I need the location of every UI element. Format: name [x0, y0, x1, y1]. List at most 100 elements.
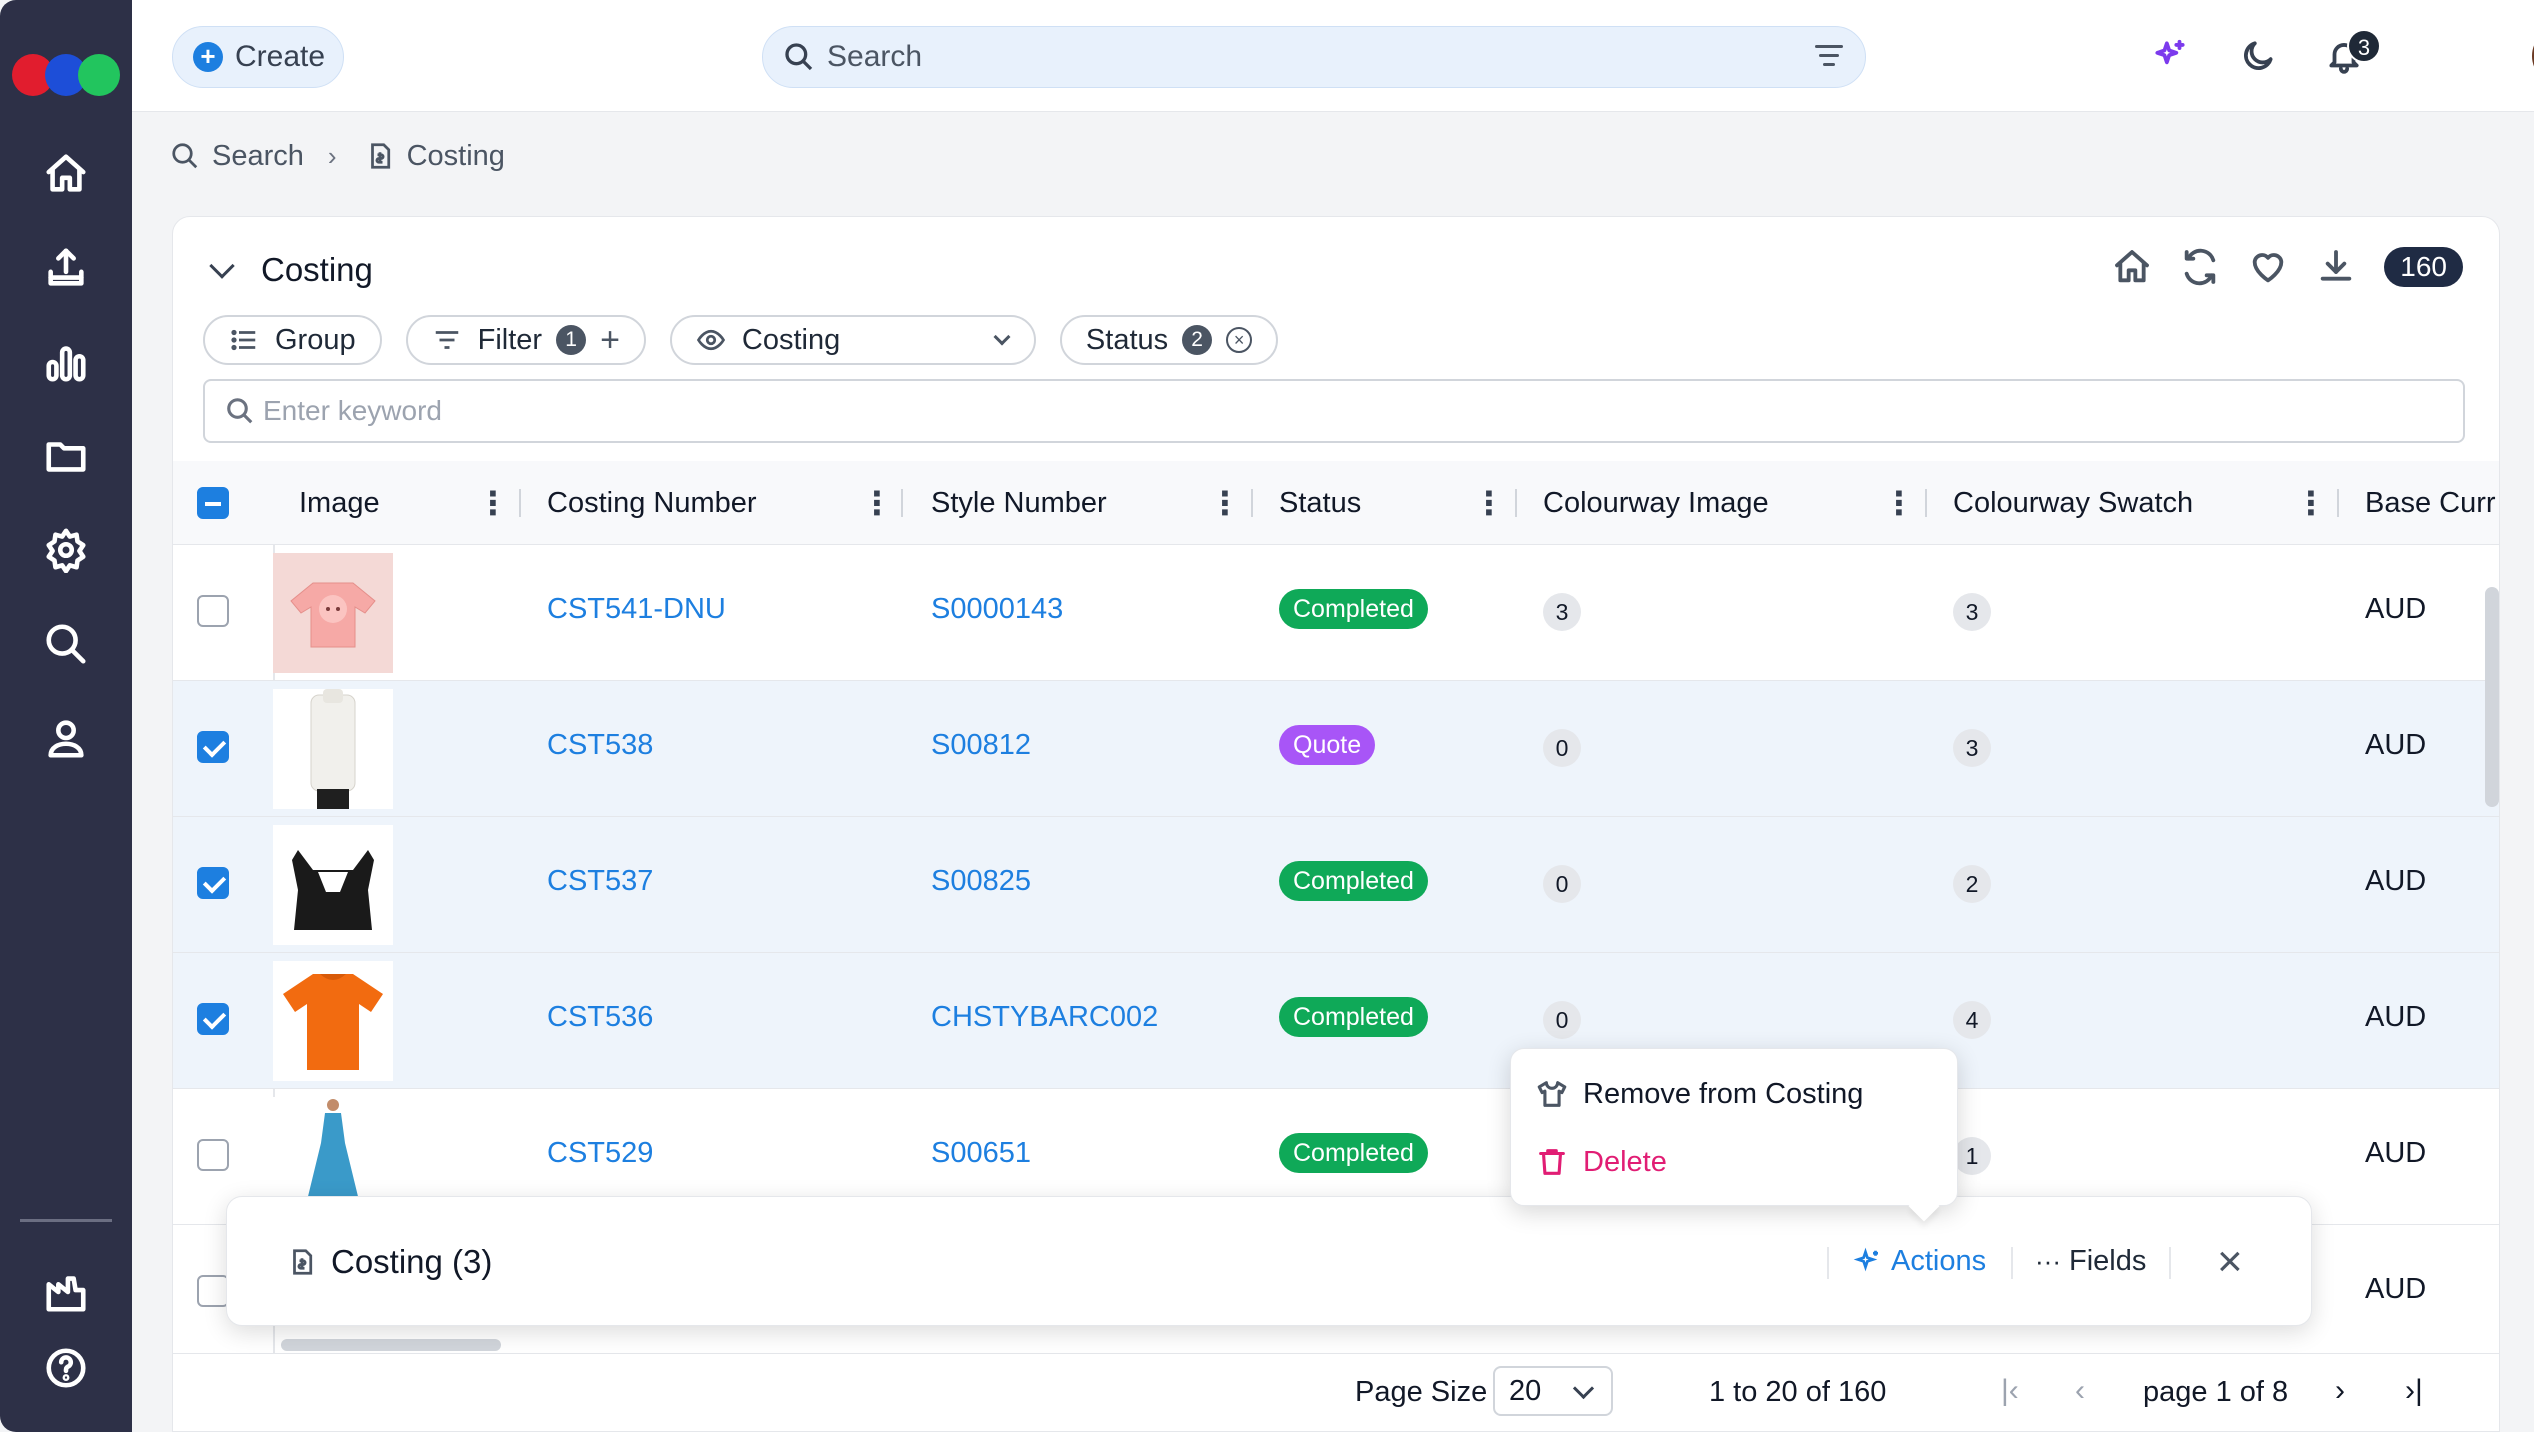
column-header-style-number[interactable]: Style Number	[931, 461, 1107, 545]
row-checkbox[interactable]	[197, 595, 229, 627]
column-header-status[interactable]: Status	[1279, 461, 1361, 545]
group-chip[interactable]: Group	[203, 315, 382, 365]
breadcrumb-search-link[interactable]: Search	[212, 140, 304, 173]
remove-from-costing-menu-item[interactable]: Remove from Costing	[1535, 1077, 1863, 1111]
folder-icon[interactable]	[36, 426, 96, 486]
tshirt-icon	[1537, 1081, 1567, 1107]
panel-header[interactable]: Costing	[209, 251, 373, 289]
costing-number-link[interactable]: CST536	[547, 1001, 653, 1034]
product-image-pink-onesie[interactable]	[273, 553, 393, 673]
table-row[interactable]: CST541-DNU S0000143 Completed 3 3 AUD	[173, 545, 2499, 681]
column-header-base-currency[interactable]: Base Curr	[2365, 461, 2496, 545]
collapse-chevron-icon[interactable]	[209, 253, 235, 279]
colourway-swatch-count: 4	[1953, 1001, 1991, 1039]
column-menu-icon[interactable]: ⋮	[477, 461, 509, 545]
style-number-link[interactable]: S00812	[931, 729, 1031, 762]
style-number-link[interactable]: S00651	[931, 1137, 1031, 1170]
product-image-black-crop-top[interactable]	[273, 825, 393, 945]
help-icon[interactable]	[36, 1338, 96, 1398]
row-checkbox[interactable]	[197, 1275, 229, 1307]
column-menu-icon[interactable]: ⋮	[1473, 461, 1505, 545]
dark-mode-moon-icon[interactable]	[2230, 28, 2286, 84]
fields-button[interactable]: ··· Fields	[2035, 1245, 2146, 1278]
row-checkbox[interactable]	[197, 1003, 229, 1035]
column-header-image[interactable]: Image	[299, 461, 380, 545]
actions-button[interactable]: Actions	[1853, 1245, 1986, 1278]
refresh-icon[interactable]	[2180, 247, 2220, 287]
column-header-costing-number[interactable]: Costing Number	[547, 461, 757, 545]
column-menu-icon[interactable]: ⋮	[1883, 461, 1915, 545]
delete-menu-item[interactable]: Delete	[1535, 1145, 1667, 1179]
filter-chips: Group Filter 1 + Costing Status 2 ×	[203, 315, 1279, 365]
ai-sparkle-icon[interactable]	[2142, 28, 2198, 84]
record-count-badge: 160	[2384, 247, 2463, 287]
column-resizer[interactable]	[901, 489, 903, 517]
status-chip[interactable]: Status 2 ×	[1059, 315, 1279, 365]
column-label: Image	[299, 486, 380, 519]
column-resizer[interactable]	[2337, 489, 2339, 517]
settings-gear-icon[interactable]	[36, 520, 96, 580]
previous-page-icon[interactable]: ‹	[2075, 1374, 2085, 1408]
heart-icon[interactable]	[2248, 247, 2288, 287]
chevron-down-icon	[993, 328, 1011, 346]
row-checkbox[interactable]	[197, 1139, 229, 1171]
view-select[interactable]: Costing	[669, 315, 1036, 365]
first-page-icon[interactable]: |‹	[2001, 1374, 2019, 1408]
row-checkbox[interactable]	[197, 867, 229, 899]
keyword-search-input[interactable]: Enter keyword	[203, 379, 2465, 443]
style-number-link[interactable]: S0000143	[931, 593, 1063, 626]
create-label: Create	[235, 40, 326, 73]
home-icon[interactable]	[36, 144, 96, 204]
page-size-select[interactable]: 20	[1493, 1366, 1613, 1416]
app-logo[interactable]	[12, 54, 120, 96]
search-filter-icon[interactable]	[1815, 45, 1843, 69]
download-icon[interactable]	[2316, 247, 2356, 287]
user-icon[interactable]	[36, 708, 96, 768]
costing-number-link[interactable]: CST541-DNU	[547, 593, 726, 626]
column-menu-icon[interactable]: ⋮	[2295, 461, 2327, 545]
product-image-orange-tshirt[interactable]	[273, 961, 393, 1081]
column-resizer[interactable]	[519, 489, 521, 517]
sidebar	[0, 0, 132, 1432]
column-header-colourway-swatch[interactable]: Colourway Swatch	[1953, 461, 2193, 545]
table-row[interactable]: CST536 CHSTYBARC002 Completed 0 4 AUD	[173, 953, 2499, 1089]
status-chip-label: Status	[1085, 323, 1169, 356]
column-resizer[interactable]	[1925, 489, 1927, 517]
horizontal-scrollbar[interactable]	[281, 1339, 501, 1351]
search-icon[interactable]	[36, 614, 96, 674]
costing-number-link[interactable]: CST538	[547, 729, 653, 762]
column-menu-icon[interactable]: ⋮	[1209, 461, 1241, 545]
table-row[interactable]: CST538 S00812 Quote 0 3 AUD	[173, 681, 2499, 817]
costing-number-link[interactable]: CST537	[547, 865, 653, 898]
product-image-white-sweater[interactable]	[273, 689, 393, 809]
costing-number-link[interactable]: CST529	[547, 1137, 653, 1170]
column-resizer[interactable]	[1515, 489, 1517, 517]
clear-status-close-icon[interactable]: ×	[1226, 327, 1253, 353]
style-number-link[interactable]: S00825	[931, 865, 1031, 898]
chart-icon[interactable]	[36, 332, 96, 392]
select-all-checkbox[interactable]	[197, 487, 229, 519]
table-row[interactable]: CST537 S00825 Completed 0 2 AUD	[173, 817, 2499, 953]
close-icon[interactable]: ×	[2217, 1237, 2243, 1287]
base-currency: AUD	[2365, 1273, 2427, 1305]
last-page-icon[interactable]: ›|	[2405, 1374, 2423, 1408]
divider	[2011, 1247, 2013, 1279]
column-menu-icon[interactable]: ⋮	[861, 461, 893, 545]
next-page-icon[interactable]: ›	[2335, 1374, 2345, 1408]
home-icon[interactable]	[2112, 247, 2152, 287]
divider	[1827, 1247, 1829, 1279]
create-button[interactable]: + Create	[172, 26, 344, 88]
column-header-colourway-image[interactable]: Colourway Image	[1543, 461, 1769, 545]
status-count-badge: 2	[1182, 325, 1213, 355]
base-currency: AUD	[2365, 865, 2427, 897]
column-resizer[interactable]	[1251, 489, 1253, 517]
filter-chip[interactable]: Filter 1 +	[405, 315, 646, 365]
vertical-scrollbar[interactable]	[2485, 587, 2499, 807]
upload-icon[interactable]	[36, 238, 96, 298]
add-filter-plus-icon[interactable]: +	[600, 321, 620, 360]
global-search-input[interactable]: Search	[762, 26, 1866, 88]
colourway-image-count: 0	[1543, 1001, 1581, 1039]
factory-icon[interactable]	[36, 1262, 96, 1322]
style-number-link[interactable]: CHSTYBARC002	[931, 1001, 1158, 1034]
row-checkbox[interactable]	[197, 731, 229, 763]
